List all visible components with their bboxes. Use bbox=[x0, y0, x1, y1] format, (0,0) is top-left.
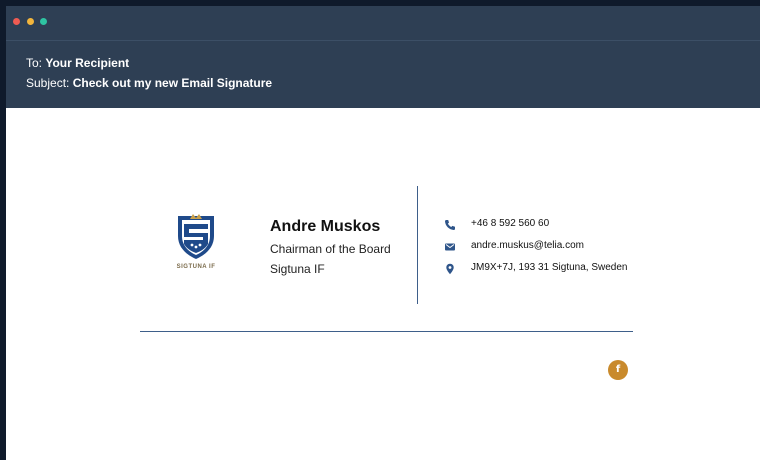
phone-icon bbox=[444, 218, 456, 230]
email-header: To: Your Recipient Subject: Check out my… bbox=[6, 41, 760, 108]
to-row: To: Your Recipient bbox=[26, 55, 129, 71]
phone-text: +46 8 592 560 60 bbox=[471, 218, 550, 229]
vertical-divider bbox=[417, 186, 418, 304]
horizontal-divider bbox=[140, 331, 633, 332]
minimize-window-button[interactable] bbox=[27, 18, 34, 25]
email-window: To: Your Recipient Subject: Check out my… bbox=[6, 6, 760, 460]
facebook-icon[interactable]: f bbox=[608, 360, 628, 380]
subject-label: Subject: bbox=[26, 76, 70, 90]
close-window-button[interactable] bbox=[13, 18, 20, 25]
email-icon bbox=[444, 240, 456, 252]
address-text: JM9X+7J, 193 31 Sigtuna, Sweden bbox=[471, 262, 628, 273]
signature-title: Chairman of the Board bbox=[270, 242, 391, 256]
title-bar bbox=[6, 6, 760, 41]
to-label: To: bbox=[26, 56, 43, 70]
logo-text: SIGTUNA IF bbox=[176, 264, 216, 270]
signature-organization: Sigtuna IF bbox=[270, 262, 325, 276]
maximize-window-button[interactable] bbox=[40, 18, 47, 25]
map-pin-icon bbox=[444, 262, 456, 275]
subject-value[interactable]: Check out my new Email Signature bbox=[73, 76, 272, 90]
sigtuna-if-crest-icon: SIGTUNA IF bbox=[170, 210, 222, 272]
to-value[interactable]: Your Recipient bbox=[45, 56, 129, 70]
subject-row: Subject: Check out my new Email Signatur… bbox=[26, 75, 272, 91]
signature-name: Andre Muskos bbox=[270, 218, 381, 235]
email-text: andre.muskus@telia.com bbox=[471, 240, 584, 251]
email-signature: SIGTUNA IF Andre Muskos Chairman of the … bbox=[6, 108, 760, 460]
